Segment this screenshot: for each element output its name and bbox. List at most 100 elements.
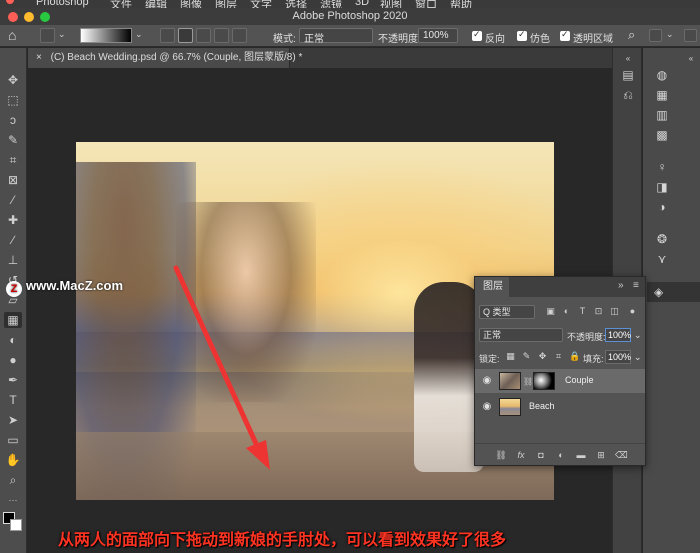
mask-icon[interactable]: ◘ xyxy=(535,449,547,461)
color-panel-icon[interactable]: ◍ xyxy=(654,68,670,84)
filter-pixel-icon[interactable]: ▣ xyxy=(545,306,556,317)
layer-name[interactable]: Beach xyxy=(529,401,555,411)
menubar-item-window[interactable]: 窗口 xyxy=(415,0,437,8)
dither-checkbox[interactable] xyxy=(517,29,527,41)
gradient-preview[interactable] xyxy=(80,28,132,43)
paths-panel-icon[interactable]: ⋎ xyxy=(654,252,670,268)
layer-row-beach[interactable]: ◉ Beach xyxy=(475,395,645,419)
transparency-checkbox[interactable] xyxy=(560,29,570,41)
mode-select[interactable]: 正常 xyxy=(299,28,373,45)
menubar-item-type[interactable]: 文字 xyxy=(250,0,272,8)
menubar-app-name[interactable]: Photoshop xyxy=(36,0,89,8)
filter-toggle-icon[interactable]: ● xyxy=(627,306,638,317)
folder-icon[interactable]: ▬ xyxy=(575,449,587,461)
reverse-checkbox[interactable] xyxy=(472,29,482,41)
opacity-input[interactable]: 100% xyxy=(418,28,458,43)
layers-panel-icon[interactable]: ◈ xyxy=(647,282,700,302)
mask-link-icon[interactable]: ⛓ xyxy=(523,377,533,386)
lock-position-icon[interactable]: ✥ xyxy=(537,351,548,362)
menubar-item-file[interactable]: 文件 xyxy=(110,0,132,8)
channels-panel-icon[interactable]: ❂ xyxy=(654,232,670,248)
path-select-tool-icon[interactable]: ➤ xyxy=(4,412,22,428)
reflected-gradient-icon[interactable] xyxy=(214,28,229,43)
adjustment-icon[interactable]: ◐ xyxy=(555,449,567,461)
visibility-eye-icon[interactable]: ◉ xyxy=(481,401,493,413)
linear-gradient-icon[interactable] xyxy=(160,28,175,43)
eyedropper-tool-icon[interactable]: ⁄ xyxy=(4,192,22,208)
layer-opacity-input[interactable]: 100% xyxy=(605,328,631,342)
zoom-tool-icon[interactable]: ⌕ xyxy=(4,472,22,488)
minimize-window-icon[interactable] xyxy=(24,12,34,22)
workspace-dropdown-icon[interactable]: ⌄ xyxy=(666,29,674,40)
menubar-item-3d[interactable]: 3D xyxy=(355,0,369,8)
background-color-swatch[interactable] xyxy=(10,519,22,531)
dodge-tool-icon[interactable]: ● xyxy=(4,352,22,368)
gradient-tool-icon[interactable]: ▦ xyxy=(4,312,22,328)
move-tool-icon[interactable]: ✥ xyxy=(4,72,22,88)
type-tool-icon[interactable]: T xyxy=(4,392,22,408)
dock-collapse-icon[interactable]: « xyxy=(683,54,699,70)
frame-tool-icon[interactable]: ⊠ xyxy=(4,172,22,188)
quick-select-tool-icon[interactable]: ✎ xyxy=(4,132,22,148)
visibility-eye-icon[interactable]: ◉ xyxy=(481,375,493,387)
menubar-item-view[interactable]: 视图 xyxy=(380,0,402,8)
learn-panel-icon[interactable]: ♀ xyxy=(654,160,670,176)
layer-row-couple[interactable]: ◉ ⛓ Couple xyxy=(475,369,645,393)
rectangle-tool-icon[interactable]: ▭ xyxy=(4,432,22,448)
marquee-tool-icon[interactable]: ⬚ xyxy=(4,92,22,108)
tool-preset-icon[interactable] xyxy=(40,28,55,43)
toolbar-more-icon[interactable]: ··· xyxy=(4,492,22,508)
radial-gradient-icon[interactable] xyxy=(178,28,193,43)
brush-tool-icon[interactable]: ∕ xyxy=(4,232,22,248)
lock-artboard-icon[interactable]: ⌗ xyxy=(553,351,564,362)
fill-input[interactable]: 100% xyxy=(605,350,631,364)
adjustments-panel-icon[interactable]: ◑ xyxy=(654,200,670,216)
layers-tab[interactable]: 图层 xyxy=(475,277,509,297)
menubar-item-filter[interactable]: 滤镜 xyxy=(320,0,342,8)
filter-smart-object-icon[interactable]: ◫ xyxy=(609,306,620,317)
gradient-dropdown-icon[interactable]: ⌄ xyxy=(135,29,143,40)
close-window-icon[interactable] xyxy=(8,12,18,22)
patterns-panel-icon[interactable]: ▩ xyxy=(654,128,670,144)
lock-pixels-icon[interactable]: ✎ xyxy=(521,351,532,362)
document-tab[interactable]: × (C) Beach Wedding.psd @ 66.7% (Couple,… xyxy=(28,48,302,68)
close-tab-icon[interactable]: × xyxy=(36,52,42,63)
layer-name[interactable]: Couple xyxy=(565,375,594,385)
filter-type-icon[interactable]: T xyxy=(577,306,588,317)
angle-gradient-icon[interactable] xyxy=(196,28,211,43)
stamp-tool-icon[interactable]: ⊥ xyxy=(4,252,22,268)
zoom-window-icon[interactable] xyxy=(40,12,50,22)
fill-dropdown-icon[interactable]: ⌄ xyxy=(634,352,642,363)
lock-all-icon[interactable]: 🔒 xyxy=(569,351,580,362)
blend-mode-select[interactable]: 正常 xyxy=(479,328,563,342)
fx-icon[interactable]: fx xyxy=(515,449,527,461)
color-swatches[interactable] xyxy=(3,512,23,532)
link-icon[interactable]: ⛓ xyxy=(495,449,507,461)
panel-collapse-icon[interactable]: » xyxy=(618,280,624,291)
filter-adjustment-icon[interactable]: ◐ xyxy=(561,306,572,317)
gradients-panel-icon[interactable]: ▥ xyxy=(654,108,670,124)
menubar-item-layer[interactable]: 图层 xyxy=(215,0,237,8)
lasso-tool-icon[interactable]: ↄ xyxy=(4,112,22,128)
opacity-dropdown-icon[interactable]: ⌄ xyxy=(634,330,642,341)
home-icon[interactable]: ⌂ xyxy=(8,27,16,43)
menubar-item-image[interactable]: 图像 xyxy=(180,0,202,8)
new-layer-icon[interactable]: ⊞ xyxy=(595,449,607,461)
properties-icon[interactable]: ▤ xyxy=(620,68,636,84)
chevron-down-icon[interactable]: ⌄ xyxy=(58,29,66,40)
lock-transparent-icon[interactable]: ▦ xyxy=(505,351,516,362)
menubar-item-edit[interactable]: 编辑 xyxy=(145,0,167,8)
filter-shape-icon[interactable]: ⊡ xyxy=(593,306,604,317)
history-icon[interactable]: ⎌ xyxy=(620,88,636,104)
libraries-panel-icon[interactable]: ◨ xyxy=(654,180,670,196)
crop-tool-icon[interactable]: ⌗ xyxy=(4,152,22,168)
layer-filter-select[interactable]: Q 类型 xyxy=(479,305,535,319)
trash-icon[interactable]: ⌫ xyxy=(615,449,628,461)
hand-tool-icon[interactable]: ✋ xyxy=(4,452,22,468)
share-icon[interactable] xyxy=(684,29,697,42)
layer-mask-thumbnail[interactable] xyxy=(533,372,555,390)
swatches-panel-icon[interactable]: ▦ xyxy=(654,88,670,104)
blur-tool-icon[interactable]: ◐ xyxy=(4,332,22,348)
diamond-gradient-icon[interactable] xyxy=(232,28,247,43)
search-icon[interactable]: ⌕ xyxy=(628,27,635,43)
